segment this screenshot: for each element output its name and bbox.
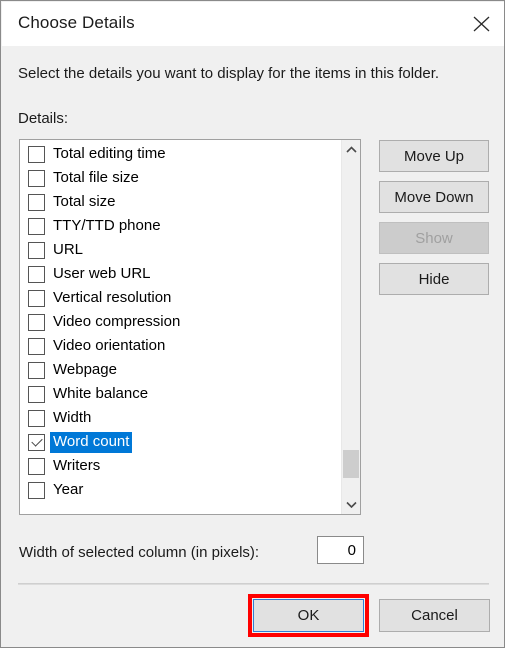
dialog-body: Select the details you want to display f… bbox=[2, 46, 504, 647]
list-item-label: Video compression bbox=[53, 312, 181, 330]
move-down-button[interactable]: Move Down bbox=[379, 181, 489, 213]
list-scrollbar[interactable] bbox=[341, 140, 360, 514]
list-item[interactable]: Total editing time bbox=[20, 142, 342, 166]
list-item[interactable]: White balance bbox=[20, 382, 342, 406]
checkbox-icon[interactable] bbox=[28, 169, 45, 187]
list-item[interactable]: Width bbox=[20, 406, 342, 430]
close-glyph bbox=[473, 16, 490, 32]
list-item[interactable]: Total size bbox=[20, 190, 342, 214]
list-item[interactable]: Total file size bbox=[20, 166, 342, 190]
checkbox-icon[interactable] bbox=[28, 481, 45, 499]
list-item[interactable]: Video compression bbox=[20, 310, 342, 334]
list-item-label: Vertical resolution bbox=[53, 288, 172, 306]
hide-button[interactable]: Hide bbox=[379, 263, 489, 295]
list-item-label: Word count bbox=[50, 431, 133, 453]
instruction-text: Select the details you want to display f… bbox=[18, 65, 440, 82]
checkbox-icon[interactable] bbox=[28, 193, 45, 211]
checkbox-checked-icon[interactable] bbox=[28, 433, 45, 451]
ok-button[interactable]: OK bbox=[253, 599, 364, 632]
chevron-down-glyph bbox=[345, 501, 357, 508]
list-item-label: Year bbox=[53, 480, 84, 498]
show-button: Show bbox=[379, 222, 489, 254]
list-item-label: Total editing time bbox=[53, 144, 166, 162]
column-width-label: Width of selected column (in pixels): bbox=[19, 544, 260, 561]
list-item[interactable]: Webpage bbox=[20, 358, 342, 382]
list-item[interactable]: Vertical resolution bbox=[20, 286, 342, 310]
close-icon[interactable] bbox=[459, 2, 504, 46]
list-item-label: URL bbox=[53, 240, 84, 258]
list-item-label: Video orientation bbox=[53, 336, 166, 354]
footer-separator bbox=[18, 583, 489, 585]
cancel-button[interactable]: Cancel bbox=[379, 599, 490, 632]
chevron-up-glyph bbox=[345, 146, 357, 153]
details-listbox[interactable]: Total editing time Total file size Total s… bbox=[19, 139, 361, 515]
list-item[interactable]: TTY/TTD phone bbox=[20, 214, 342, 238]
list-item-label: User web URL bbox=[53, 264, 151, 282]
list-item[interactable]: URL bbox=[20, 238, 342, 262]
list-item[interactable]: Video orientation bbox=[20, 334, 342, 358]
chevron-up-icon[interactable] bbox=[342, 140, 360, 159]
chevron-down-icon[interactable] bbox=[342, 495, 360, 514]
checkbox-icon[interactable] bbox=[28, 385, 45, 403]
scrollbar-thumb[interactable] bbox=[343, 450, 359, 478]
list-item-label: TTY/TTD phone bbox=[53, 216, 161, 234]
dialog-title: Choose Details bbox=[18, 13, 135, 32]
list-item-label: White balance bbox=[53, 384, 149, 402]
choose-details-dialog: Choose Details Select the details you wa… bbox=[0, 0, 505, 648]
list-item[interactable]: User web URL bbox=[20, 262, 342, 286]
list-item[interactable]: Writers bbox=[20, 454, 342, 478]
list-item-label: Width bbox=[53, 408, 92, 426]
details-list: Total editing time Total file size Total s… bbox=[20, 142, 342, 502]
checkbox-icon[interactable] bbox=[28, 145, 45, 163]
details-label: Details: bbox=[18, 110, 69, 127]
checkbox-icon[interactable] bbox=[28, 409, 45, 427]
column-width-input[interactable] bbox=[317, 536, 364, 564]
checkbox-icon[interactable] bbox=[28, 241, 45, 259]
dialog-titlebar: Choose Details bbox=[2, 2, 504, 46]
list-item-label: Webpage bbox=[53, 360, 117, 378]
checkbox-icon[interactable] bbox=[28, 217, 45, 235]
list-item[interactable]: Word count bbox=[20, 430, 342, 454]
checkbox-icon[interactable] bbox=[28, 457, 45, 475]
checkbox-icon[interactable] bbox=[28, 289, 45, 307]
list-item[interactable]: Year bbox=[20, 478, 342, 502]
list-item-label: Writers bbox=[53, 456, 101, 474]
checkbox-icon[interactable] bbox=[28, 313, 45, 331]
list-item-label: Total size bbox=[53, 192, 116, 210]
list-item-label: Total file size bbox=[53, 168, 139, 186]
checkbox-icon[interactable] bbox=[28, 361, 45, 379]
checkbox-icon[interactable] bbox=[28, 337, 45, 355]
move-up-button[interactable]: Move Up bbox=[379, 140, 489, 172]
checkbox-icon[interactable] bbox=[28, 265, 45, 283]
